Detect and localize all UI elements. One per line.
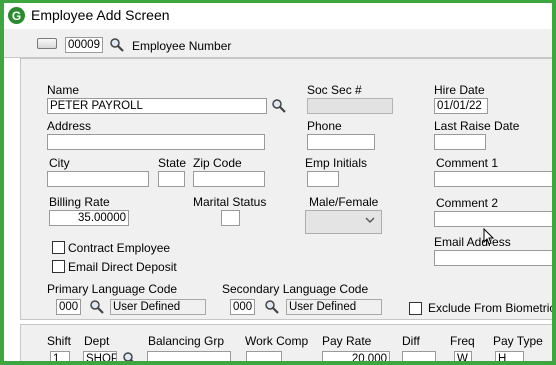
zip-label: Zip Code: [193, 156, 242, 170]
magnifier-icon[interactable]: [264, 299, 280, 315]
email-direct-deposit-checkbox[interactable]: [52, 260, 65, 273]
zip-field[interactable]: [193, 171, 265, 187]
diff-field[interactable]: [402, 351, 436, 361]
column-header-pay-rate: Pay Rate: [322, 334, 372, 348]
primary-language-desc: User Defined: [110, 299, 206, 315]
primary-language-label: Primary Language Code: [47, 282, 178, 296]
employee-number-field[interactable]: 00009: [65, 37, 103, 53]
balancing-grp-field[interactable]: [147, 351, 231, 361]
dept-field[interactable]: SHOP: [83, 351, 117, 361]
column-header-balancing-grp: Balancing Grp: [148, 334, 225, 348]
phone-label: Phone: [307, 119, 342, 133]
employee-form-panel: Name PETER PAYROLL Address City State Zi…: [20, 58, 552, 320]
pay-type-field[interactable]: H: [495, 351, 524, 361]
marital-status-field[interactable]: [221, 210, 240, 226]
contract-employee-checkbox[interactable]: [52, 241, 65, 254]
billing-rate-field[interactable]: 35.00000: [49, 210, 129, 226]
exclude-biometric-checkbox[interactable]: [409, 302, 422, 315]
phone-field[interactable]: [307, 134, 375, 150]
hire-date-field[interactable]: 01/01/22: [434, 98, 488, 114]
secondary-language-desc: User Defined: [286, 299, 382, 315]
comment1-label: Comment 1: [436, 156, 499, 170]
contract-employee-label: Contract Employee: [68, 241, 171, 255]
marital-status-label: Marital Status: [193, 195, 267, 209]
pay-grid: Shift Dept Balancing Grp Work Comp Pay R…: [20, 324, 552, 361]
name-field[interactable]: PETER PAYROLL: [47, 98, 267, 114]
email-address-field[interactable]: [434, 250, 552, 266]
soc-sec-field[interactable]: [307, 98, 393, 114]
secondary-language-label: Secondary Language Code: [222, 282, 369, 296]
column-header-work-comp: Work Comp: [245, 334, 309, 348]
magnifier-icon[interactable]: [271, 98, 287, 114]
primary-language-code-field[interactable]: 000: [56, 299, 81, 315]
state-label: State: [158, 156, 187, 170]
employee-number-label: Employee Number: [132, 39, 232, 53]
state-field[interactable]: [158, 171, 185, 187]
last-raise-date-field[interactable]: [434, 134, 486, 150]
column-header-dept: Dept: [84, 334, 110, 348]
pay-rate-field[interactable]: 20.000: [322, 351, 390, 361]
exclude-biometric-label: Exclude From Biometric: [428, 301, 552, 315]
address-label: Address: [47, 119, 92, 133]
work-comp-field[interactable]: [246, 351, 282, 361]
city-field[interactable]: [47, 171, 149, 187]
title-bar: G Employee Add Screen: [4, 3, 552, 29]
mouse-cursor-icon: [483, 228, 495, 245]
magnifier-icon[interactable]: [89, 299, 105, 315]
employee-add-window: G Employee Add Screen 00009 Employee Num…: [4, 3, 552, 361]
email-direct-deposit-label: Email Direct Deposit: [68, 260, 177, 274]
male-female-select[interactable]: [305, 210, 382, 234]
magnifier-icon[interactable]: [109, 37, 125, 53]
column-header-freq: Freq: [450, 334, 475, 348]
column-header-diff: Diff: [402, 334, 420, 348]
hire-date-label: Hire Date: [434, 83, 485, 97]
comment1-field[interactable]: [434, 171, 552, 187]
last-raise-date-label: Last Raise Date: [434, 119, 520, 133]
secondary-language-code-field[interactable]: 000: [230, 299, 255, 315]
window-title: Employee Add Screen: [31, 7, 170, 23]
billing-rate-label: Billing Rate: [49, 195, 110, 209]
freq-field[interactable]: W: [454, 351, 472, 361]
magnifier-icon[interactable]: [122, 351, 138, 361]
comment2-label: Comment 2: [436, 196, 499, 210]
city-label: City: [49, 156, 70, 170]
shift-field[interactable]: 1: [50, 351, 70, 361]
comment2-field[interactable]: [434, 211, 552, 227]
emp-initials-field[interactable]: [307, 171, 339, 187]
male-female-label: Male/Female: [309, 195, 379, 209]
name-label: Name: [47, 83, 80, 97]
column-header-shift: Shift: [47, 334, 72, 348]
column-header-pay-type: Pay Type: [493, 334, 543, 348]
soc-sec-label: Soc Sec #: [307, 83, 362, 97]
record-nav-button[interactable]: [37, 38, 57, 49]
app-logo-icon: G: [8, 7, 25, 24]
address-field[interactable]: [47, 134, 265, 150]
chevron-down-icon: [365, 217, 375, 223]
emp-initials-label: Emp Initials: [305, 156, 368, 170]
email-address-label: Email Address: [434, 235, 511, 249]
employee-number-bar: 00009 Employee Number: [4, 29, 552, 58]
